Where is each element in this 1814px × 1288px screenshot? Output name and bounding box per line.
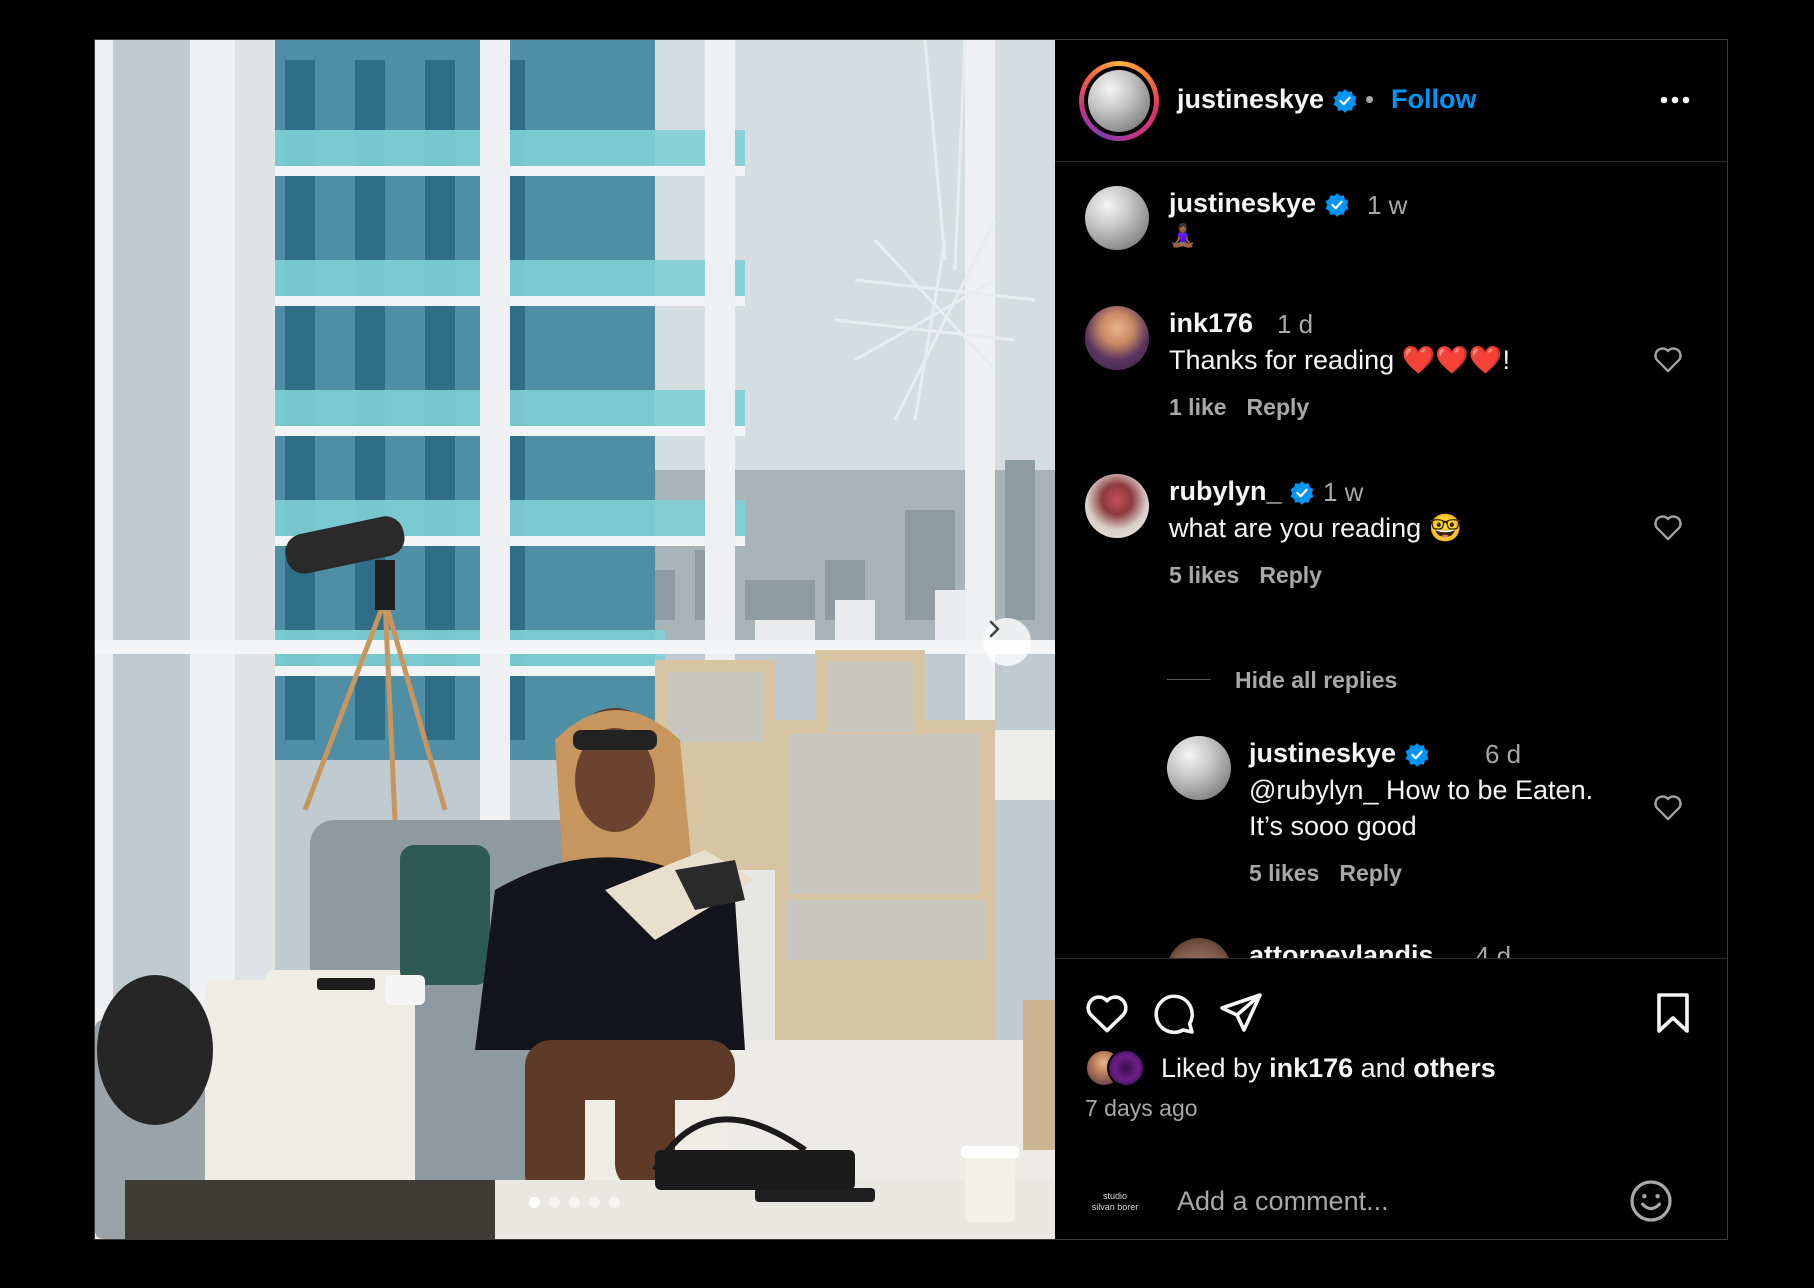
- post-timestamp: 7 days ago: [1085, 1095, 1198, 1121]
- reply-text-line1: @rubylyn_ How to be Eaten.: [1249, 775, 1594, 805]
- separator-dot: •: [1365, 84, 1375, 114]
- reply-button[interactable]: Reply: [1247, 394, 1310, 420]
- caption-time: 1 w: [1367, 190, 1408, 220]
- reply-button[interactable]: Reply: [1259, 562, 1322, 588]
- divider: [1167, 679, 1211, 680]
- comment-username[interactable]: ink176: [1169, 308, 1253, 339]
- comment-username[interactable]: rubylyn_: [1169, 476, 1315, 507]
- reply-meta: 5 likes Reply: [1249, 860, 1422, 887]
- reply-username[interactable]: justineskye: [1249, 738, 1430, 769]
- comment-bubble-icon[interactable]: [1149, 989, 1197, 1037]
- post-modal: justineskye • Follow justineskye: [94, 39, 1728, 1240]
- verified-badge-icon: [1290, 481, 1314, 505]
- follow-button[interactable]: Follow: [1391, 84, 1476, 115]
- comment-likes[interactable]: 1 like: [1169, 394, 1227, 420]
- like-heart-icon[interactable]: [1083, 989, 1131, 1037]
- add-comment-bar: studio silvan borer: [1055, 1157, 1727, 1239]
- verified-badge-icon: [1325, 193, 1348, 217]
- add-comment-input[interactable]: [1175, 1183, 1619, 1219]
- hide-replies-button[interactable]: Hide all replies: [1235, 667, 1397, 694]
- reply-time: 6 d: [1485, 739, 1522, 769]
- more-options-icon[interactable]: [1655, 80, 1695, 120]
- comment-likes[interactable]: 5 likes: [1249, 860, 1319, 886]
- liked-by-others[interactable]: others: [1413, 1053, 1496, 1083]
- carousel-dot: [569, 1197, 580, 1208]
- viewer-avatar[interactable]: studio silvan borer: [1085, 1191, 1145, 1213]
- avatar: [1088, 70, 1150, 132]
- like-comment-heart-icon[interactable]: [1651, 342, 1685, 376]
- like-comment-heart-icon[interactable]: [1651, 790, 1685, 824]
- emoji-icon[interactable]: [1627, 1177, 1675, 1225]
- caption-text: 🧘🏾‍♀️: [1169, 223, 1197, 248]
- next-image-button[interactable]: [983, 618, 1031, 666]
- caption-username[interactable]: justineskye: [1169, 188, 1350, 219]
- avatar[interactable]: [1167, 938, 1231, 958]
- avatar[interactable]: [1107, 1049, 1145, 1087]
- avatar[interactable]: [1167, 736, 1231, 800]
- carousel-dot: [609, 1197, 620, 1208]
- save-bookmark-icon[interactable]: [1649, 989, 1697, 1037]
- comment-meta: 5 likes Reply: [1169, 562, 1342, 589]
- carousel-indicator: [529, 1197, 620, 1208]
- author-avatar-story-ring[interactable]: [1079, 61, 1159, 141]
- photo-illustration: [95, 40, 1055, 1239]
- comment-time: 4 d: [1475, 941, 1512, 958]
- post-header: justineskye • Follow: [1055, 40, 1727, 162]
- carousel-dot: [589, 1197, 600, 1208]
- share-send-icon[interactable]: [1217, 989, 1265, 1037]
- comment-text: Thanks for reading ❤️❤️❤️!: [1169, 345, 1510, 375]
- reply-button[interactable]: Reply: [1339, 860, 1402, 886]
- post-image[interactable]: [95, 40, 1055, 1239]
- reply-text-line2: It’s sooo good: [1249, 811, 1417, 841]
- comment-time: 1 w: [1323, 477, 1364, 507]
- avatar[interactable]: [1085, 306, 1149, 370]
- chevron-right-icon: [989, 620, 1000, 638]
- liked-by-text[interactable]: Liked by ink176 and others: [1161, 1053, 1496, 1084]
- comments-list[interactable]: justineskye 1 w 🧘🏾‍♀️ ink176 1 d Thanks …: [1055, 162, 1727, 958]
- verified-badge-icon: [1405, 743, 1428, 767]
- comment-time: 1 d: [1277, 309, 1314, 339]
- carousel-dot: [529, 1197, 540, 1208]
- post-actions: Liked by ink176 and others 7 days ago st…: [1055, 958, 1727, 1239]
- like-comment-heart-icon[interactable]: [1651, 510, 1685, 544]
- comment-username[interactable]: attorneylandis: [1249, 940, 1434, 958]
- post-sidebar: justineskye • Follow justineskye: [1055, 40, 1727, 1239]
- avatar[interactable]: [1085, 474, 1149, 538]
- verified-badge-icon: [1333, 89, 1356, 113]
- liked-by-user[interactable]: ink176: [1269, 1053, 1353, 1083]
- comment-text: what are you reading 🤓: [1169, 513, 1463, 543]
- comment-likes[interactable]: 5 likes: [1169, 562, 1239, 588]
- carousel-dot: [549, 1197, 560, 1208]
- author-username[interactable]: justineskye: [1177, 84, 1358, 115]
- avatar[interactable]: [1085, 186, 1149, 250]
- comment-meta: 1 like Reply: [1169, 394, 1329, 421]
